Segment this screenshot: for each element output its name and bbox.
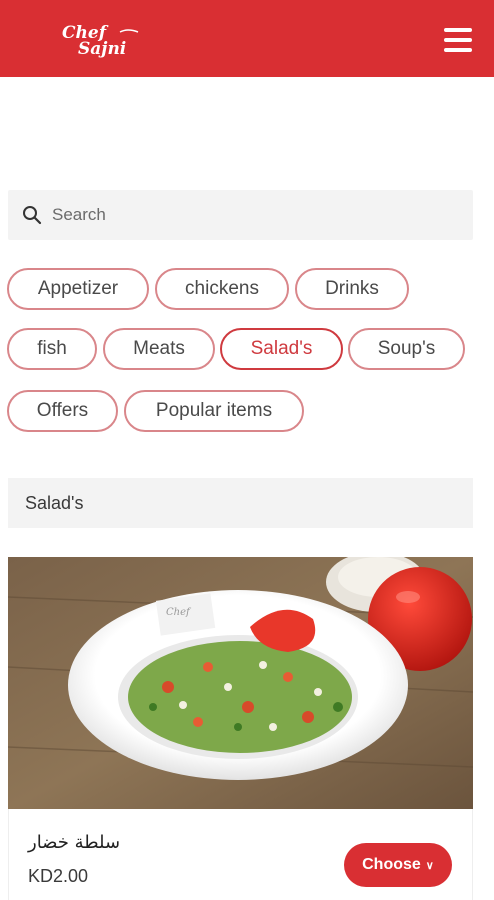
svg-text:Chef: Chef <box>166 607 192 618</box>
chevron-down-icon: ∨ <box>425 859 434 872</box>
chef-sajni-logo[interactable]: Chef Sajni <box>58 20 148 60</box>
category-chip-salads[interactable]: Salad's <box>220 328 343 370</box>
category-chip-appetizer[interactable]: Appetizer <box>7 268 149 310</box>
choose-button[interactable]: Choose ∨ <box>344 843 452 887</box>
section-title: Salad's <box>8 478 473 528</box>
category-chip-offers[interactable]: Offers <box>7 390 118 432</box>
category-chip-fish[interactable]: fish <box>7 328 97 370</box>
logo-text-line2: Sajni <box>78 39 126 59</box>
product-price: KD2.00 <box>28 866 89 886</box>
category-chip-meats[interactable]: Meats <box>103 328 215 370</box>
category-chip-popular-items[interactable]: Popular items <box>124 390 304 432</box>
search-input[interactable] <box>50 204 434 226</box>
category-chip-chickens[interactable]: chickens <box>155 268 289 310</box>
category-chip-drinks[interactable]: Drinks <box>295 268 409 310</box>
product-image[interactable]: Chef <box>8 557 473 809</box>
app-header: Chef Sajni <box>0 0 494 77</box>
search-bar[interactable] <box>8 190 473 240</box>
product-name: سلطة خضار <box>28 832 121 853</box>
category-chip-soups[interactable]: Soup's <box>348 328 465 370</box>
choose-label: Choose <box>362 856 421 873</box>
search-icon <box>23 206 42 225</box>
hamburger-icon[interactable] <box>444 28 472 54</box>
